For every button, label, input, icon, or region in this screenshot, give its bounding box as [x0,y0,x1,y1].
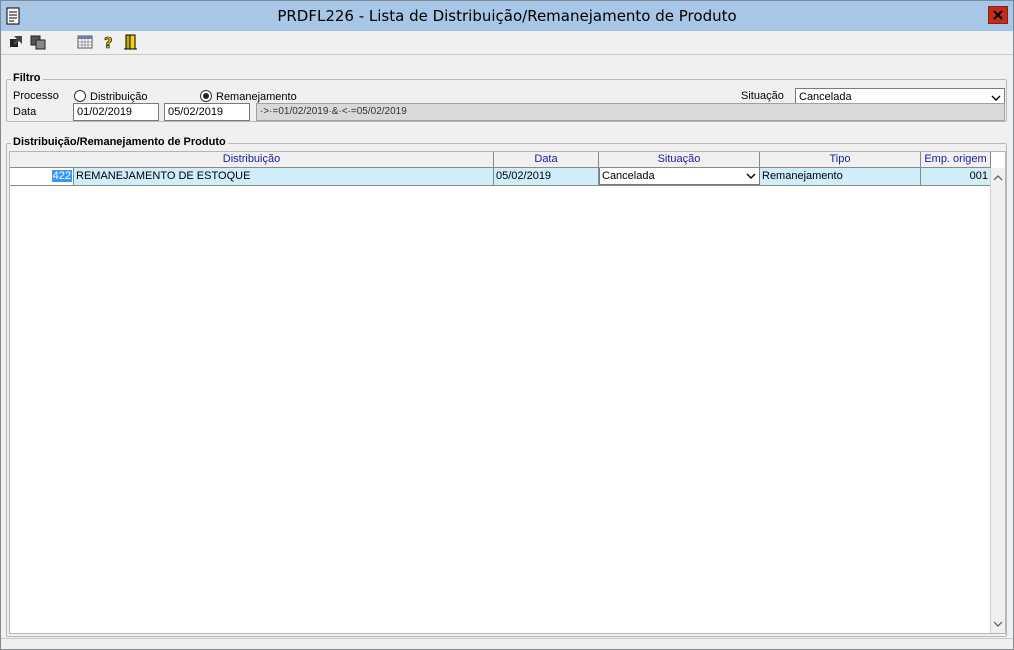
row-data[interactable]: 05/02/2019 [494,168,599,185]
svg-text:?: ? [104,34,113,50]
radio-remanejamento[interactable] [200,90,212,102]
copy-windows-icon[interactable] [30,34,46,50]
filter-legend: Filtro [11,72,43,84]
radio-distribuicao-label[interactable]: Distribuição [90,91,147,103]
close-icon [993,10,1003,20]
main-window: PRDFL226 - Lista de Distribuição/Remanej… [0,0,1014,650]
filter-group: Filtro Processo Distribuição Remanejamen… [6,72,1007,122]
data-grid: Distribuição Data Situação Tipo Emp. ori… [9,151,1006,634]
radio-distribuicao[interactable] [74,90,86,102]
radio-remanejamento-label[interactable]: Remanejamento [216,91,297,103]
situacao-label: Situação [741,90,784,102]
column-header-emp-origem[interactable]: Emp. origem [921,152,991,168]
date-to-field[interactable]: 05/02/2019 [164,103,250,121]
situacao-select-value: Cancelada [799,91,852,103]
column-header-data[interactable]: Data [494,152,599,168]
row-emp-origem[interactable]: 001 [921,168,991,185]
calendar-grid-icon[interactable] [77,34,93,50]
vertical-scrollbar[interactable] [990,168,1005,633]
scroll-down-icon[interactable] [991,616,1005,631]
chevron-down-icon [745,170,757,184]
data-label: Data [13,106,37,118]
document-icon [6,7,20,25]
date-from-field[interactable]: 01/02/2019 [73,103,159,121]
title-bar: PRDFL226 - Lista de Distribuição/Remanej… [1,1,1013,31]
row-situacao-value: Cancelada [602,170,655,182]
help-icon[interactable]: ? [101,34,117,53]
filter-expression: ·>·=01/02/2019·&·<·=05/02/2019 [256,103,1005,121]
scroll-up-icon[interactable] [991,170,1005,185]
table-row[interactable]: 422 REMANEJAMENTO DE ESTOQUE 05/02/2019 … [10,168,991,186]
toolbar: ? [1,31,1013,55]
column-header-distribuicao[interactable]: Distribuição [10,152,494,168]
close-button[interactable] [988,6,1008,24]
arrow-export-icon[interactable] [8,34,24,50]
row-distribuicao[interactable]: REMANEJAMENTO DE ESTOQUE [74,168,494,185]
column-header-tipo[interactable]: Tipo [760,152,921,168]
column-header-situacao[interactable]: Situação [599,152,760,168]
row-id[interactable]: 422 [51,170,72,182]
window-title: PRDFL226 - Lista de Distribuição/Remanej… [277,7,737,25]
row-tipo[interactable]: Remanejamento [760,168,921,185]
status-bar [1,638,1013,649]
list-legend: Distribuição/Remanejamento de Produto [11,136,228,148]
processo-label: Processo [13,90,59,102]
row-id-cell[interactable]: 422 [10,168,74,185]
row-situacao-select[interactable]: Cancelada [599,168,760,185]
exit-door-icon[interactable] [123,34,139,50]
